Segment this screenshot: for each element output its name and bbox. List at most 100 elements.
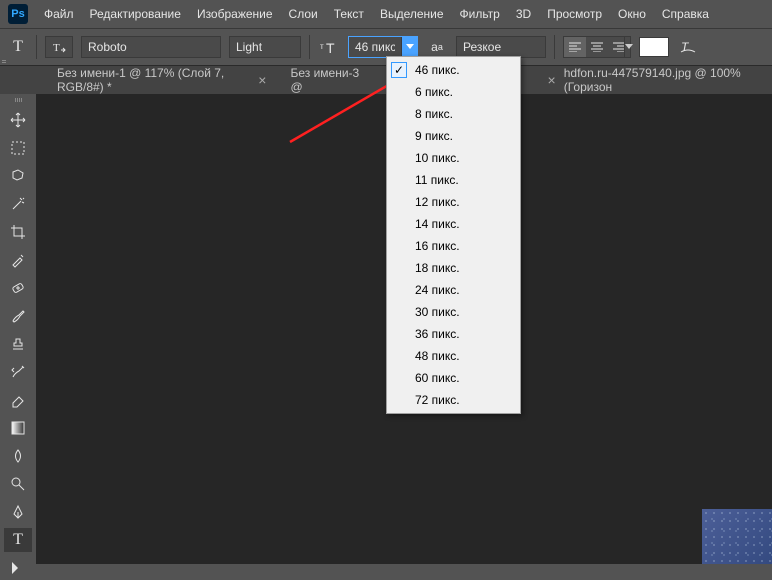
tab-label: Без имени-1 @ 117% (Слой 7, RGB/8#) *	[57, 66, 250, 94]
size-label: 16 пикс.	[415, 239, 460, 253]
document-tab[interactable]: Без имени-3 @	[278, 66, 375, 94]
check-icon	[391, 282, 407, 298]
check-icon	[391, 304, 407, 320]
chevron-down-icon[interactable]	[624, 37, 633, 57]
size-option[interactable]: 11 пикс.	[387, 169, 520, 191]
type-tool[interactable]: T	[4, 528, 32, 552]
size-option[interactable]: 12 пикс.	[387, 191, 520, 213]
check-icon	[391, 150, 407, 166]
blur-tool[interactable]	[4, 444, 32, 468]
panel-handle[interactable]	[8, 98, 28, 102]
close-icon[interactable]: ×	[258, 72, 266, 88]
check-icon	[391, 172, 407, 188]
check-icon	[391, 348, 407, 364]
size-option[interactable]: 18 пикс.	[387, 257, 520, 279]
check-icon	[391, 260, 407, 276]
navigator-thumbnail	[702, 509, 772, 564]
warp-text-button[interactable]: T	[677, 36, 699, 58]
check-icon	[391, 392, 407, 408]
font-size-dropdown: ✓ 46 пикс. 6 пикс. 8 пикс. 9 пикс. 10 пикс. 11…	[386, 56, 521, 414]
menu-select[interactable]: Выделение	[380, 7, 444, 21]
document-tab[interactable]: × hdfon.ru-447579140.jpg @ 100% (Горизон	[536, 66, 772, 94]
size-option[interactable]: 30 пикс.	[387, 301, 520, 323]
check-icon	[391, 238, 407, 254]
size-option[interactable]: ✓ 46 пикс.	[387, 59, 520, 81]
font-family-input[interactable]	[82, 37, 249, 57]
size-label: 46 пикс.	[415, 63, 460, 77]
menu-file[interactable]: Файл	[44, 7, 74, 21]
crop-tool[interactable]	[4, 220, 32, 244]
size-option[interactable]: 14 пикс.	[387, 213, 520, 235]
text-color-swatch[interactable]	[639, 37, 669, 57]
close-icon[interactable]: ×	[548, 72, 556, 88]
size-label: 8 пикс.	[415, 107, 453, 121]
size-label: 6 пикс.	[415, 85, 453, 99]
antialias-select[interactable]	[456, 36, 546, 58]
size-option[interactable]: 9 пикс.	[387, 125, 520, 147]
size-option[interactable]: 48 пикс.	[387, 345, 520, 367]
document-tab[interactable]: Без имени-1 @ 117% (Слой 7, RGB/8#) * ×	[45, 66, 278, 94]
font-family-select[interactable]	[81, 36, 221, 58]
dodge-tool[interactable]	[4, 472, 32, 496]
size-option[interactable]: 36 пикс.	[387, 323, 520, 345]
font-style-select[interactable]	[229, 36, 301, 58]
size-option[interactable]: 10 пикс.	[387, 147, 520, 169]
menu-edit[interactable]: Редактирование	[90, 7, 181, 21]
svg-text:T: T	[53, 42, 60, 54]
marquee-tool[interactable]	[4, 136, 32, 160]
antialias-input[interactable]	[457, 37, 624, 57]
check-icon	[391, 370, 407, 386]
font-size-input[interactable]	[349, 37, 401, 57]
healing-tool[interactable]	[4, 276, 32, 300]
menu-layers[interactable]: Слои	[289, 7, 318, 21]
size-label: 11 пикс.	[415, 173, 459, 187]
size-label: 10 пикс.	[415, 151, 460, 165]
menu-filter[interactable]: Фильтр	[460, 7, 500, 21]
size-option[interactable]: 16 пикс.	[387, 235, 520, 257]
menu-3d[interactable]: 3D	[516, 7, 531, 21]
size-option[interactable]: 72 пикс.	[387, 389, 520, 411]
menu-window[interactable]: Окно	[618, 7, 646, 21]
app-logo: Ps	[8, 4, 28, 24]
size-label: 48 пикс.	[415, 349, 460, 363]
history-brush-tool[interactable]	[4, 360, 32, 384]
eyedropper-tool[interactable]	[4, 248, 32, 272]
size-label: 24 пикс.	[415, 283, 460, 297]
check-icon	[391, 106, 407, 122]
size-option[interactable]: 8 пикс.	[387, 103, 520, 125]
size-option[interactable]: 24 пикс.	[387, 279, 520, 301]
check-icon	[391, 216, 407, 232]
wand-tool[interactable]	[4, 192, 32, 216]
font-size-select[interactable]	[348, 36, 418, 58]
lasso-tool[interactable]	[4, 164, 32, 188]
menu-view[interactable]: Просмотр	[547, 7, 602, 21]
path-tool[interactable]	[4, 556, 32, 580]
tools-panel: T	[0, 94, 36, 580]
tab-label: Без имени-3 @	[290, 66, 363, 94]
pen-tool[interactable]	[4, 500, 32, 524]
size-option[interactable]: 60 пикс.	[387, 367, 520, 389]
size-option[interactable]: 6 пикс.	[387, 81, 520, 103]
check-icon	[391, 326, 407, 342]
check-icon	[391, 84, 407, 100]
text-orientation-button[interactable]: T	[45, 36, 73, 58]
check-icon: ✓	[391, 62, 407, 78]
size-label: 9 пикс.	[415, 129, 453, 143]
gradient-tool[interactable]	[4, 416, 32, 440]
move-tool[interactable]	[4, 108, 32, 132]
brush-tool[interactable]	[4, 304, 32, 328]
antialias-icon: aa	[426, 36, 448, 58]
size-label: 14 пикс.	[415, 217, 460, 231]
svg-text:T: T	[681, 40, 690, 54]
chevron-down-icon[interactable]	[401, 37, 417, 57]
panel-handle[interactable]	[0, 56, 8, 66]
menu-image[interactable]: Изображение	[197, 7, 273, 21]
menu-text[interactable]: Текст	[334, 7, 364, 21]
stamp-tool[interactable]	[4, 332, 32, 356]
menu-help[interactable]: Справка	[662, 7, 709, 21]
eraser-tool[interactable]	[4, 388, 32, 412]
size-label: 72 пикс.	[415, 393, 460, 407]
size-label: 60 пикс.	[415, 371, 460, 385]
size-label: 12 пикс.	[415, 195, 460, 209]
menu-bar: Ps Файл Редактирование Изображение Слои …	[0, 0, 772, 28]
